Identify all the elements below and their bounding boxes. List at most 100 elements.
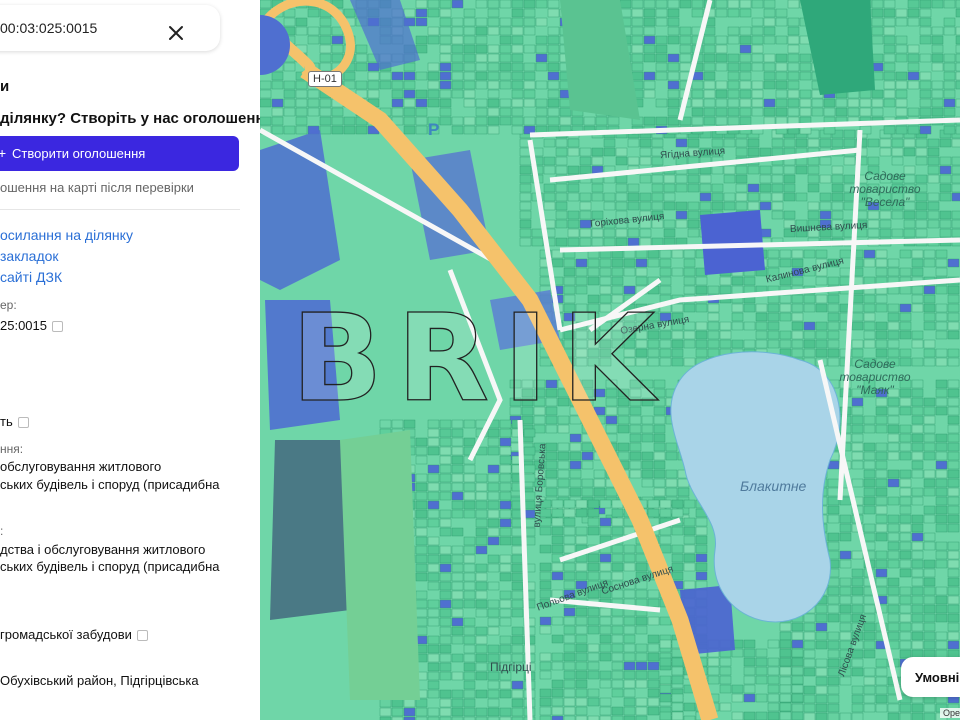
land-parcel[interactable] [647,634,660,644]
land-parcel[interactable] [607,116,620,126]
land-parcel[interactable] [871,17,884,27]
land-parcel[interactable] [923,568,936,578]
land-parcel[interactable] [683,544,696,554]
land-parcel[interactable] [935,348,948,358]
land-parcel[interactable] [799,71,812,81]
land-parcel[interactable] [509,397,522,407]
land-parcel[interactable] [707,675,720,685]
land-parcel[interactable] [767,312,780,322]
land-parcel[interactable] [343,125,356,135]
land-parcel[interactable] [815,712,828,720]
land-parcel[interactable] [943,80,956,90]
land-parcel[interactable] [415,527,428,537]
land-parcel[interactable] [899,397,912,407]
land-parcel[interactable] [907,17,920,27]
land-parcel[interactable] [703,89,716,99]
land-parcel[interactable] [895,80,908,90]
land-parcel[interactable] [727,53,740,63]
land-parcel[interactable] [511,44,524,54]
land-parcel[interactable] [547,107,560,117]
land-parcel[interactable] [623,661,636,671]
land-parcel[interactable] [575,258,588,268]
land-parcel[interactable] [947,523,960,533]
land-parcel[interactable] [803,667,816,677]
land-parcel[interactable] [775,8,788,18]
land-parcel[interactable] [415,554,428,564]
land-parcel[interactable] [635,357,648,367]
land-parcel[interactable] [587,643,600,653]
land-parcel[interactable] [533,424,546,434]
land-parcel[interactable] [719,666,732,676]
land-parcel[interactable] [511,572,524,582]
land-parcel[interactable] [523,0,536,9]
land-parcel[interactable] [683,553,696,563]
land-parcel[interactable] [283,125,296,135]
land-parcel[interactable] [535,35,548,45]
land-parcel[interactable] [563,625,576,635]
land-parcel[interactable] [587,526,600,536]
land-parcel[interactable] [551,616,564,626]
land-parcel[interactable] [587,258,600,268]
land-parcel[interactable] [643,8,656,18]
land-parcel[interactable] [679,26,692,36]
land-parcel[interactable] [563,312,576,322]
land-parcel[interactable] [511,80,524,90]
land-parcel[interactable] [827,294,840,304]
land-parcel[interactable] [451,482,464,492]
land-parcel[interactable] [533,397,546,407]
land-parcel[interactable] [707,285,720,295]
land-parcel[interactable] [487,518,500,528]
land-parcel[interactable] [899,595,912,605]
land-parcel[interactable] [475,0,488,9]
land-parcel[interactable] [587,330,600,340]
land-parcel[interactable] [843,156,856,166]
land-parcel[interactable] [923,478,936,488]
land-parcel[interactable] [647,706,660,716]
land-parcel[interactable] [427,62,440,72]
land-parcel[interactable] [523,26,536,36]
land-parcel[interactable] [439,554,452,564]
land-parcel[interactable] [271,71,284,81]
land-parcel[interactable] [695,544,708,554]
land-parcel[interactable] [763,35,776,45]
land-parcel[interactable] [739,116,752,126]
land-parcel[interactable] [687,201,700,211]
land-parcel[interactable] [623,589,636,599]
land-parcel[interactable] [519,156,532,166]
land-parcel[interactable] [731,711,744,720]
land-parcel[interactable] [567,183,580,193]
land-parcel[interactable] [791,703,804,713]
land-parcel[interactable] [791,639,804,649]
land-parcel[interactable] [779,622,792,632]
land-parcel[interactable] [511,545,524,555]
land-parcel[interactable] [927,210,940,220]
land-parcel[interactable] [439,653,452,663]
land-parcel[interactable] [659,348,672,358]
land-parcel[interactable] [743,339,756,349]
land-parcel[interactable] [615,156,628,166]
land-parcel[interactable] [499,71,512,81]
land-parcel[interactable] [451,671,464,681]
land-parcel[interactable] [815,694,828,704]
land-parcel[interactable] [557,397,570,407]
land-parcel[interactable] [851,595,864,605]
land-parcel[interactable] [635,706,648,716]
land-parcel[interactable] [767,666,780,676]
land-parcel[interactable] [919,0,932,9]
land-parcel[interactable] [827,685,840,695]
land-parcel[interactable] [511,563,524,573]
land-parcel[interactable] [775,80,788,90]
land-parcel[interactable] [451,635,464,645]
land-parcel[interactable] [743,639,756,649]
land-parcel[interactable] [715,107,728,117]
land-parcel[interactable] [735,174,748,184]
land-parcel[interactable] [923,424,936,434]
land-parcel[interactable] [539,688,552,698]
land-parcel[interactable] [935,640,948,650]
land-parcel[interactable] [643,44,656,54]
land-parcel[interactable] [499,446,512,456]
land-parcel[interactable] [487,527,500,537]
land-parcel[interactable] [791,348,804,358]
land-parcel[interactable] [539,526,552,536]
land-parcel[interactable] [687,210,700,220]
